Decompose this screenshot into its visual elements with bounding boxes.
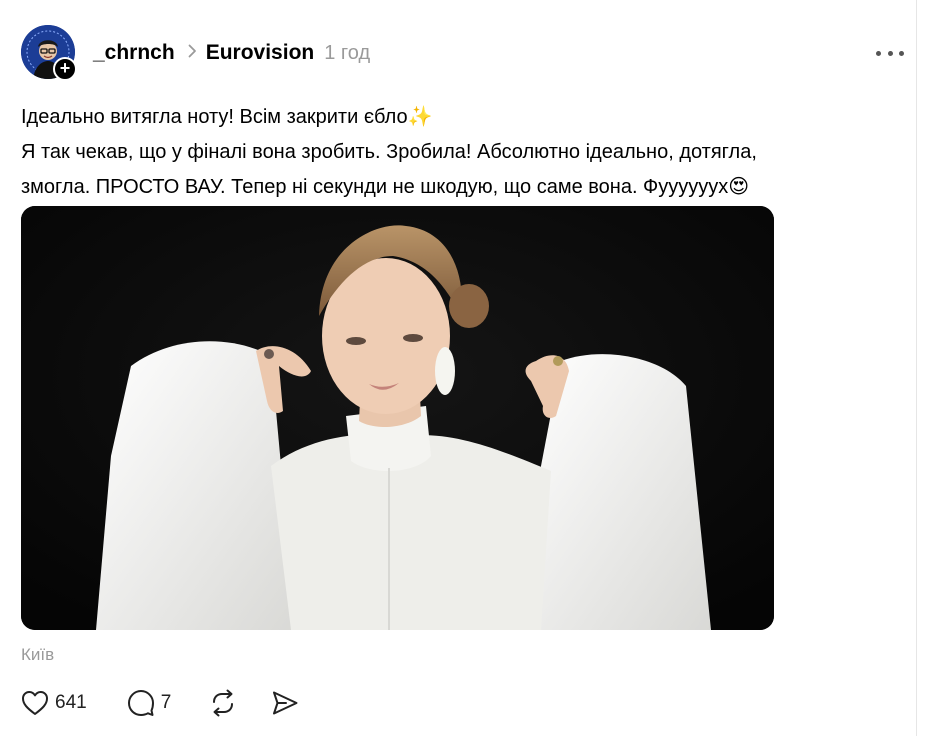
post-text: Ідеально витягла ноту! Всім закрити єбло… — [21, 100, 901, 205]
like-count: 641 — [55, 692, 87, 713]
post-text-line: Ідеально витягла ноту! Всім закрити єбло… — [21, 106, 433, 128]
share-button[interactable] — [271, 689, 299, 717]
post-image[interactable] — [21, 206, 774, 630]
post-card: + _chrnch Eurovision 1 год Ідеально витя… — [0, 0, 917, 736]
ellipsis-icon[interactable] — [876, 38, 904, 68]
send-icon — [271, 689, 299, 717]
post-text-line: змогла. ПРОСТО ВАУ. Тепер ні секунди не … — [21, 176, 750, 198]
timestamp: 1 год — [324, 41, 371, 64]
repost-button[interactable] — [209, 689, 237, 717]
location-label[interactable]: Київ — [21, 645, 54, 665]
comment-count: 7 — [160, 692, 172, 713]
speech-bubble-icon — [127, 689, 155, 717]
repost-icon — [209, 689, 237, 717]
post-header: _chrnch Eurovision 1 год — [93, 40, 370, 66]
username-link[interactable]: _chrnch — [93, 41, 175, 65]
follow-button[interactable]: + — [53, 57, 77, 81]
chevron-right-icon — [188, 44, 197, 63]
heart-icon — [21, 690, 49, 716]
like-button[interactable]: 641 — [21, 690, 87, 716]
post-text-line: Я так чекав, що у фіналі вона зробить. З… — [21, 141, 757, 163]
action-bar: 641 7 — [21, 686, 299, 720]
community-link[interactable]: Eurovision — [206, 41, 315, 65]
comment-button[interactable]: 7 — [127, 689, 172, 717]
